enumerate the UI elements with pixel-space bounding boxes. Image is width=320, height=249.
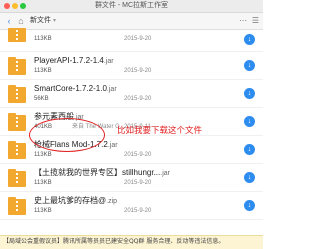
annotation-circle xyxy=(29,118,105,152)
breadcrumb[interactable]: 新文件 ▾ xyxy=(30,16,56,26)
file-ext: .zip xyxy=(106,198,118,205)
file-size: 113KB xyxy=(34,180,52,186)
file-name: PlayerAPI-1.7.2-1.4.jar xyxy=(34,56,114,67)
download-button[interactable]: ↓ xyxy=(244,144,255,155)
file-name-text: SmartCore-1.7.2-1.0 xyxy=(34,84,107,93)
file-size: 113KB xyxy=(34,68,52,74)
file-name: 【土揽就我的世界专区】stillhungr....jar xyxy=(34,168,170,179)
download-button[interactable]: ↓ xyxy=(244,34,255,45)
file-ext: .jar xyxy=(103,58,114,65)
file-size: 56KB xyxy=(34,96,49,102)
download-button[interactable]: ↓ xyxy=(244,60,255,71)
breadcrumb-label: 新文件 xyxy=(30,17,51,24)
zip-folder-icon xyxy=(8,84,26,103)
home-icon[interactable]: ⌂ xyxy=(16,16,26,26)
zip-folder-icon xyxy=(8,112,26,131)
file-meta: 113KB 2015-9-20 xyxy=(34,180,151,187)
file-date: 2015-9-20 xyxy=(124,180,152,186)
zip-folder-icon xyxy=(8,140,26,159)
zip-folder-icon xyxy=(8,28,26,44)
file-date: 2015-9-20 xyxy=(124,152,152,158)
file-row[interactable]: 113KB 2015-9-20 ↓ xyxy=(0,28,263,52)
file-name: SmartCore-1.7.2-1.0.jar xyxy=(34,84,117,95)
file-meta: 56KB 2015-9-20 xyxy=(34,96,151,103)
toolbar: ‹ ⌂ 新文件 ▾ ⋯ ☰ xyxy=(0,13,263,30)
file-meta: 113KB 2015-9-20 xyxy=(34,36,151,43)
download-button[interactable]: ↓ xyxy=(244,116,255,127)
file-size: 113KB xyxy=(34,208,52,214)
file-row[interactable]: SmartCore-1.7.2-1.0.jar 56KB 2015-9-20 ↓ xyxy=(0,80,263,108)
file-date: 2015-9-20 xyxy=(124,96,152,102)
file-name-text: 【土揽就我的世界专区】stillhungr... xyxy=(34,168,161,177)
footer-notice-bar: 【局域公会重假议员】腾讯所属等员员已建安全QQ群 服务合理、反动等违法信息。 xyxy=(0,235,263,249)
back-button[interactable]: ‹ xyxy=(4,16,14,26)
file-ext: .jar xyxy=(106,86,117,93)
download-button[interactable]: ↓ xyxy=(244,88,255,99)
chevron-down-icon: ▾ xyxy=(53,18,57,24)
file-ext: .jar xyxy=(107,142,118,149)
download-button[interactable]: ↓ xyxy=(244,200,255,211)
file-name: 史上最坑爹的存档@.zip xyxy=(34,196,117,207)
footer-notice-text: 【局域公会重假议员】腾讯所属等员员已建安全QQ群 服务合理、反动等违法信息。 xyxy=(3,238,225,245)
file-name-text: PlayerAPI-1.7.2-1.4 xyxy=(34,56,104,65)
title-bar: 群文件 - MC拉斯工作室 xyxy=(0,0,263,13)
file-size: 113KB xyxy=(34,152,52,158)
download-button[interactable]: ↓ xyxy=(244,172,255,183)
view-toggle-button[interactable]: ☰ xyxy=(252,16,259,26)
file-row[interactable]: 【土揽就我的世界专区】stillhungr....jar 113KB 2015-9… xyxy=(0,164,263,192)
file-meta: 113KB 2015-9-20 xyxy=(34,68,151,75)
file-date: 2015-9-20 xyxy=(124,36,152,42)
file-date: 2015-9-20 xyxy=(124,208,152,214)
file-name-text: 史上最坑爹的存档@ xyxy=(34,196,107,205)
zip-folder-icon xyxy=(8,196,26,215)
more-options-button[interactable]: ⋯ xyxy=(239,16,247,26)
zip-folder-icon xyxy=(8,56,26,75)
file-meta: 113KB 2015-9-20 xyxy=(34,208,151,215)
file-row[interactable]: 史上最坑爹的存档@.zip 113KB 2015-9-20 ↓ xyxy=(0,192,263,220)
window-title: 群文件 - MC拉斯工作室 xyxy=(94,2,169,9)
annotation-text: 比如我要下载这个文件 xyxy=(117,126,203,136)
file-meta: 113KB 2015-9-20 xyxy=(34,152,151,159)
file-date: 2015-9-20 xyxy=(124,68,152,74)
zip-folder-icon xyxy=(8,168,26,187)
file-size: 113KB xyxy=(34,36,52,42)
file-row[interactable]: PlayerAPI-1.7.2-1.4.jar 113KB 2015-9-20 ↓ xyxy=(0,52,263,80)
file-ext: .jar xyxy=(160,170,170,177)
